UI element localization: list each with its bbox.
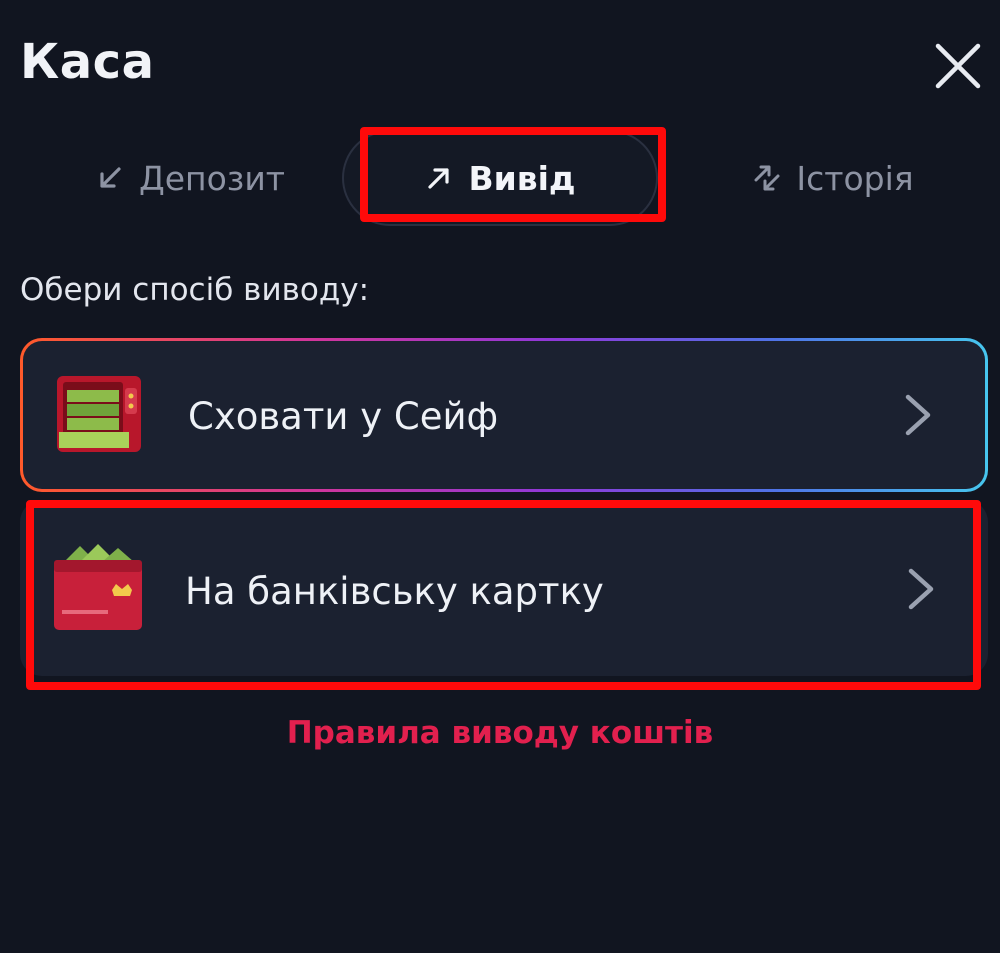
tab-history-label: Історія <box>796 158 914 198</box>
tab-withdraw[interactable]: Вивід <box>342 130 658 226</box>
close-icon <box>935 43 981 89</box>
tab-deposit[interactable]: Депозит <box>80 130 300 226</box>
withdraw-method-prompt: Обери спосіб виводу: <box>20 272 370 308</box>
tab-bar: Депозит Вивід Історія <box>0 130 1000 230</box>
option-bank-card-label: На банківську картку <box>185 570 604 613</box>
close-button[interactable] <box>930 38 986 94</box>
withdrawal-rules-link[interactable]: Правила виводу коштів <box>0 715 1000 751</box>
cashier-panel: Каса Депозит Вивід Історія Обери спосіб … <box>0 0 1000 953</box>
tab-history[interactable]: Історія <box>738 130 928 226</box>
option-safe-label: Сховати у Сейф <box>188 395 499 438</box>
arrow-down-left-icon <box>100 167 121 188</box>
chevron-right-icon <box>908 568 934 610</box>
arrow-up-right-icon <box>428 168 450 189</box>
option-safe[interactable]: Сховати у Сейф <box>20 338 988 492</box>
page-title: Каса <box>20 34 155 90</box>
chevron-right-icon <box>905 394 931 436</box>
tab-withdraw-label: Вивід <box>468 158 576 198</box>
option-bank-card[interactable]: На банківську картку <box>20 500 988 676</box>
tab-deposit-label: Депозит <box>138 158 286 198</box>
wallet-card-icon <box>54 544 142 630</box>
swap-arrows-icon <box>754 165 780 191</box>
safe-with-money-icon <box>57 376 141 452</box>
